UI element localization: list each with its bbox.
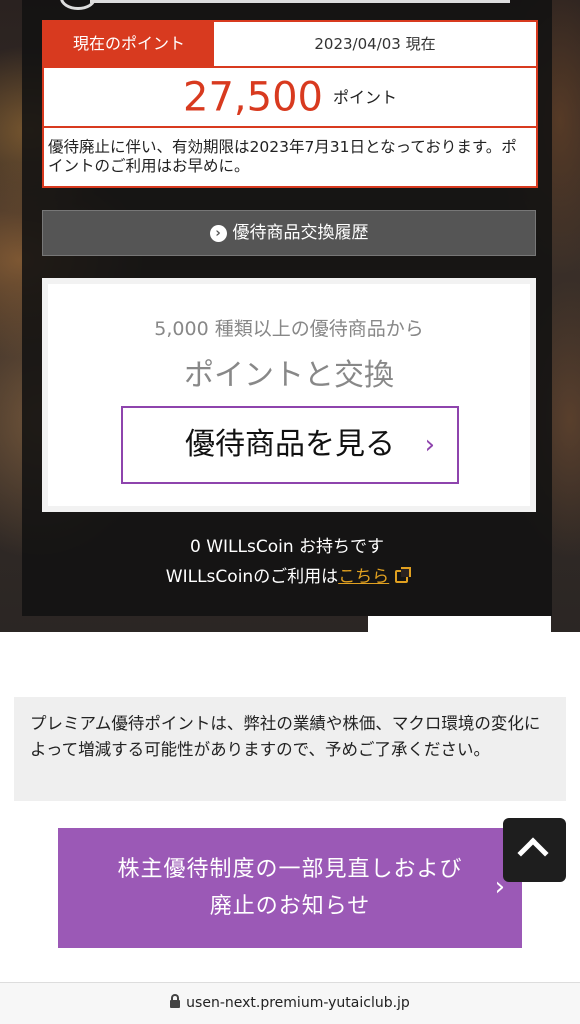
notice-button[interactable]: 株主優待制度の一部見直しおよび 廃止のお知らせ › xyxy=(58,828,522,948)
hero-edge xyxy=(368,616,551,634)
points-date: 2023/04/03 現在 xyxy=(314,35,436,53)
url-text: usen-next.premium-yutaiclub.jp xyxy=(186,995,410,1011)
points-expiry-note: 優待廃止に伴い、有効期限は2023年7月31日となっております。ポイントのご利用… xyxy=(48,138,517,175)
points-value-row: 27,500 ポイント xyxy=(44,68,536,128)
points-value: 27,500 xyxy=(183,74,323,121)
points-disclaimer: プレミアム優待ポイントは、弊社の業績や株価、マクロ環境の変化によって増減する可能… xyxy=(14,697,566,801)
coin-usage-prefix: WILLsCoinのご利用は xyxy=(165,567,339,587)
view-products-button[interactable]: 優待商品を見る › xyxy=(121,406,459,484)
hero-divider xyxy=(90,0,510,3)
points-label: 現在のポイント xyxy=(44,22,214,66)
points-box: 現在のポイント 2023/04/03 現在 27,500 ポイント 優待廃止に伴い… xyxy=(42,20,538,188)
circle-chevron-right-icon: › xyxy=(209,224,227,242)
chevron-right-icon: › xyxy=(424,430,435,460)
lock-icon xyxy=(170,994,181,1008)
points-header: 現在のポイント 2023/04/03 現在 xyxy=(44,22,536,68)
coin-usage: WILLsCoinのご利用はこちら xyxy=(22,562,552,587)
chevron-up-icon xyxy=(517,837,549,869)
exchange-card-inner: 5,000 種類以上の優待商品から ポイントと交換 優待商品を見る › xyxy=(48,284,530,506)
external-link-icon[interactable] xyxy=(395,567,412,583)
coin-balance: 0 WILLsCoin お持ちです xyxy=(189,537,384,557)
browser-url-bar[interactable]: usen-next.premium-yutaiclub.jp xyxy=(0,982,580,1024)
points-unit: ポイント xyxy=(332,87,397,107)
notice-line-2: 廃止のお知らせ xyxy=(209,894,371,919)
notice-line-1: 株主優待制度の一部見直しおよび xyxy=(117,857,463,882)
coin-usage-link[interactable]: こちら xyxy=(338,567,389,587)
exchange-history-button[interactable]: › 優待商品交換履歴 xyxy=(42,210,536,256)
view-products-label: 優待商品を見る xyxy=(185,427,395,462)
exchange-history-label: 優待商品交換履歴 xyxy=(232,223,369,243)
scroll-to-top-button[interactable] xyxy=(503,818,566,882)
exchange-title: ポイントと交換 xyxy=(184,358,394,393)
exchange-card: 5,000 種類以上の優待商品から ポイントと交換 優待商品を見る › xyxy=(42,278,536,512)
hero-section: 現在のポイント 2023/04/03 現在 27,500 ポイント 優待廃止に伴い… xyxy=(0,0,580,632)
exchange-subtitle: 5,000 種類以上の優待商品から xyxy=(154,318,424,340)
